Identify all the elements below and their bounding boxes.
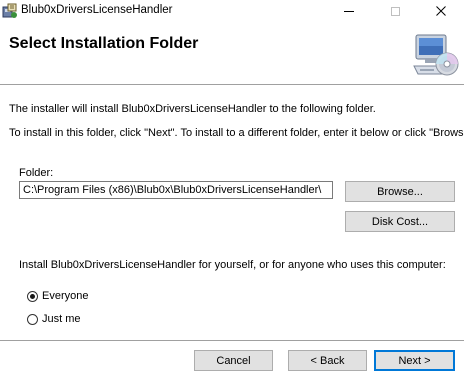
radio-just-me-label: Just me: [42, 313, 81, 325]
minimize-icon: [344, 10, 354, 12]
intro-text-line1: The installer will install Blub0xDrivers…: [9, 103, 376, 115]
installer-icon: [2, 3, 17, 18]
next-button[interactable]: Next >: [374, 350, 455, 371]
back-button[interactable]: < Back: [288, 350, 367, 371]
folder-path-input[interactable]: [19, 181, 333, 199]
radio-everyone[interactable]: Everyone: [27, 288, 88, 304]
folder-label: Folder:: [19, 167, 54, 179]
intro-text-line2: To install in this folder, click "Next".…: [9, 127, 464, 139]
computer-disc-icon: [413, 34, 459, 76]
header-divider-highlight: [0, 85, 464, 86]
close-icon: [436, 6, 446, 16]
browse-button[interactable]: Browse...: [345, 181, 455, 202]
close-button[interactable]: [418, 0, 464, 22]
radio-everyone-indicator[interactable]: [27, 290, 38, 302]
title-bar[interactable]: Blub0xDriversLicenseHandler: [0, 0, 464, 22]
installer-window: Blub0xDriversLicenseHandler Select Insta…: [0, 0, 464, 379]
radio-just-me[interactable]: Just me: [27, 311, 81, 327]
radio-everyone-label: Everyone: [42, 290, 89, 302]
page-title: Select Installation Folder: [9, 35, 199, 52]
header-banner: Select Installation Folder: [0, 22, 464, 84]
disk-cost-button[interactable]: Disk Cost...: [345, 211, 455, 232]
radio-just-me-indicator[interactable]: [27, 313, 38, 325]
footer-divider-highlight: [0, 341, 464, 342]
install-for-text: Install Blub0xDriversLicenseHandler for …: [19, 259, 446, 271]
cancel-button[interactable]: Cancel: [194, 350, 273, 371]
maximize-icon: [390, 6, 400, 16]
minimize-button[interactable]: [326, 0, 372, 22]
window-title: Blub0xDriversLicenseHandler: [21, 4, 173, 16]
maximize-button: [372, 0, 418, 22]
